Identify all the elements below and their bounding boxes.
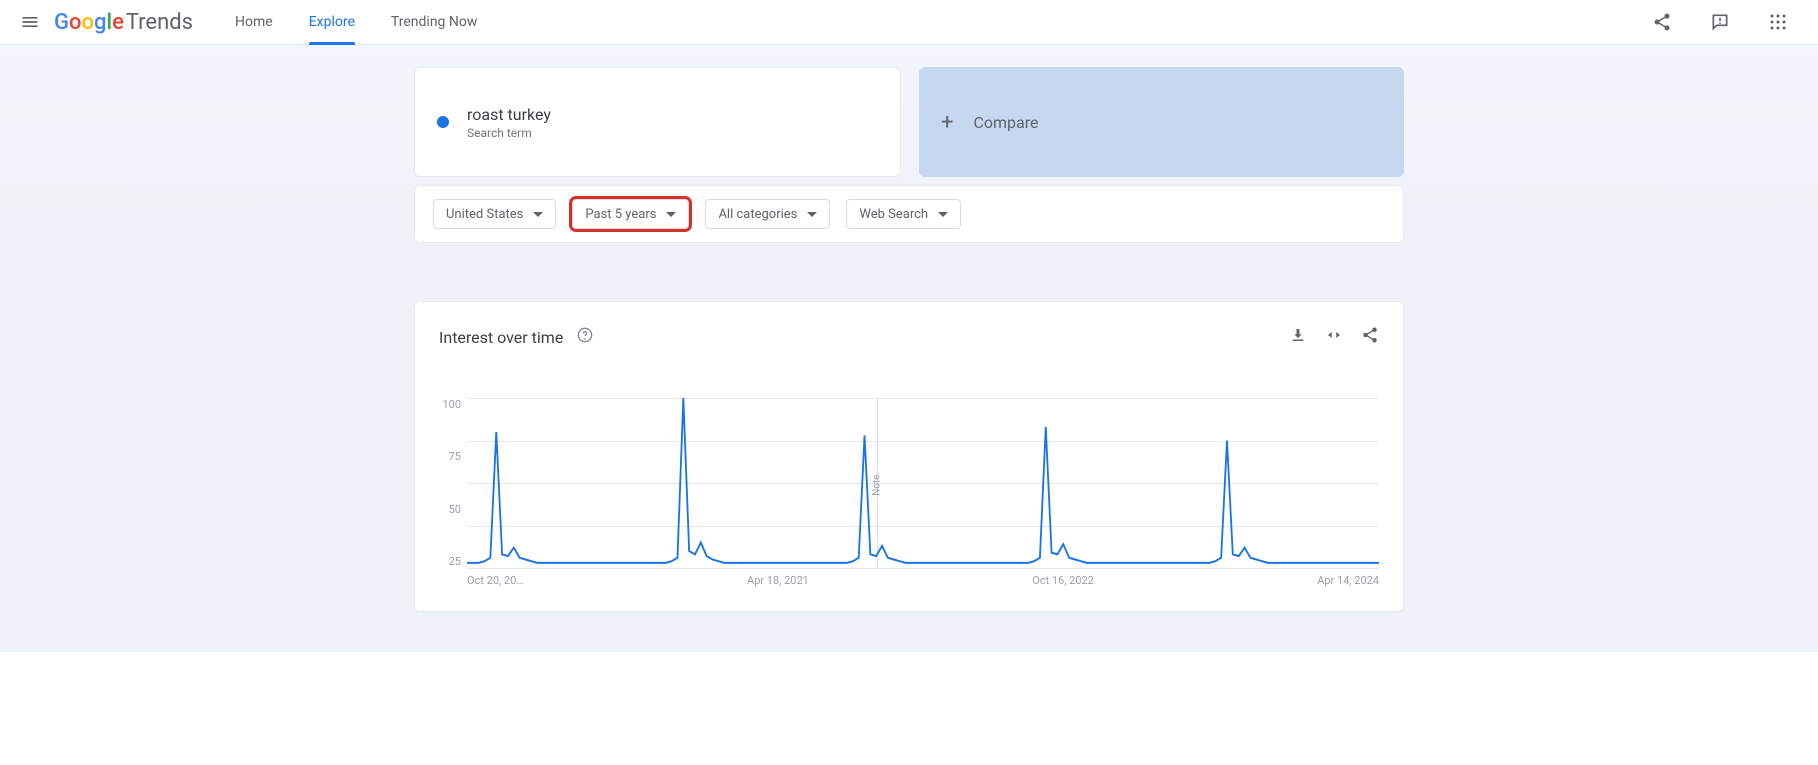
filter-search-type-label: Web Search xyxy=(859,207,928,222)
logo-product: Trends xyxy=(126,10,193,35)
download-icon[interactable] xyxy=(1289,326,1307,348)
nav-home[interactable]: Home xyxy=(235,0,273,44)
filter-time-label: Past 5 years xyxy=(585,207,656,222)
search-term-card[interactable]: roast turkey Search term xyxy=(414,67,901,177)
filter-category-label: All categories xyxy=(718,207,797,222)
search-term-name: roast turkey xyxy=(467,105,878,124)
x-tick: Oct 16, 2022 xyxy=(1032,574,1094,587)
share-icon[interactable] xyxy=(1361,326,1379,348)
plot-area[interactable]: Note xyxy=(467,398,1379,568)
chevron-down-icon xyxy=(533,212,543,217)
top-nav: Home Explore Trending Now xyxy=(235,0,477,44)
filter-category[interactable]: All categories xyxy=(705,199,830,229)
nav-explore[interactable]: Explore xyxy=(309,0,355,44)
x-tick: Apr 18, 2021 xyxy=(747,574,809,587)
nav-trending-now[interactable]: Trending Now xyxy=(391,0,477,44)
filter-search-type[interactable]: Web Search xyxy=(846,199,961,229)
chevron-down-icon xyxy=(938,212,948,217)
filter-geo[interactable]: United States xyxy=(433,199,556,229)
line-chart-svg xyxy=(467,398,1379,568)
compare-label: Compare xyxy=(973,113,1038,132)
apps-icon[interactable] xyxy=(1758,2,1798,42)
add-compare-button[interactable]: + Compare xyxy=(919,67,1404,177)
x-axis: Oct 20, 20… Apr 18, 2021 Oct 16, 2022 Ap… xyxy=(467,574,1379,587)
results-section: Interest over time xyxy=(0,261,1818,652)
chevron-down-icon xyxy=(807,212,817,217)
filter-bar: United States Past 5 years All categorie… xyxy=(414,185,1404,243)
y-tick: 75 xyxy=(439,450,461,463)
help-icon[interactable] xyxy=(577,327,593,347)
chart-plot: 100 75 50 25 Note xyxy=(439,398,1379,568)
app-header: Google Trends Home Explore Trending Now xyxy=(0,0,1818,45)
term-row: roast turkey Search term + Compare xyxy=(414,67,1404,177)
y-axis: 100 75 50 25 xyxy=(439,398,467,568)
search-term-type: Search term xyxy=(467,126,878,140)
feedback-icon[interactable] xyxy=(1700,2,1740,42)
y-tick: 50 xyxy=(439,503,461,516)
y-tick: 25 xyxy=(439,555,461,568)
series-color-dot xyxy=(437,116,449,128)
query-section: roast turkey Search term + Compare Unite… xyxy=(0,45,1818,261)
plus-icon: + xyxy=(941,110,953,135)
header-actions xyxy=(1642,2,1808,42)
logo[interactable]: Google Trends xyxy=(54,10,193,35)
x-tick: Oct 20, 20… xyxy=(467,574,524,587)
chart-title: Interest over time xyxy=(439,328,563,347)
y-tick: 100 xyxy=(439,398,461,411)
filter-time[interactable]: Past 5 years xyxy=(572,199,689,229)
share-icon[interactable] xyxy=(1642,2,1682,42)
chevron-down-icon xyxy=(666,212,676,217)
interest-over-time-card: Interest over time xyxy=(414,301,1404,612)
filter-geo-label: United States xyxy=(446,207,523,222)
menu-icon[interactable] xyxy=(10,2,50,42)
x-tick: Apr 14, 2024 xyxy=(1317,574,1379,587)
embed-icon[interactable] xyxy=(1325,326,1343,348)
